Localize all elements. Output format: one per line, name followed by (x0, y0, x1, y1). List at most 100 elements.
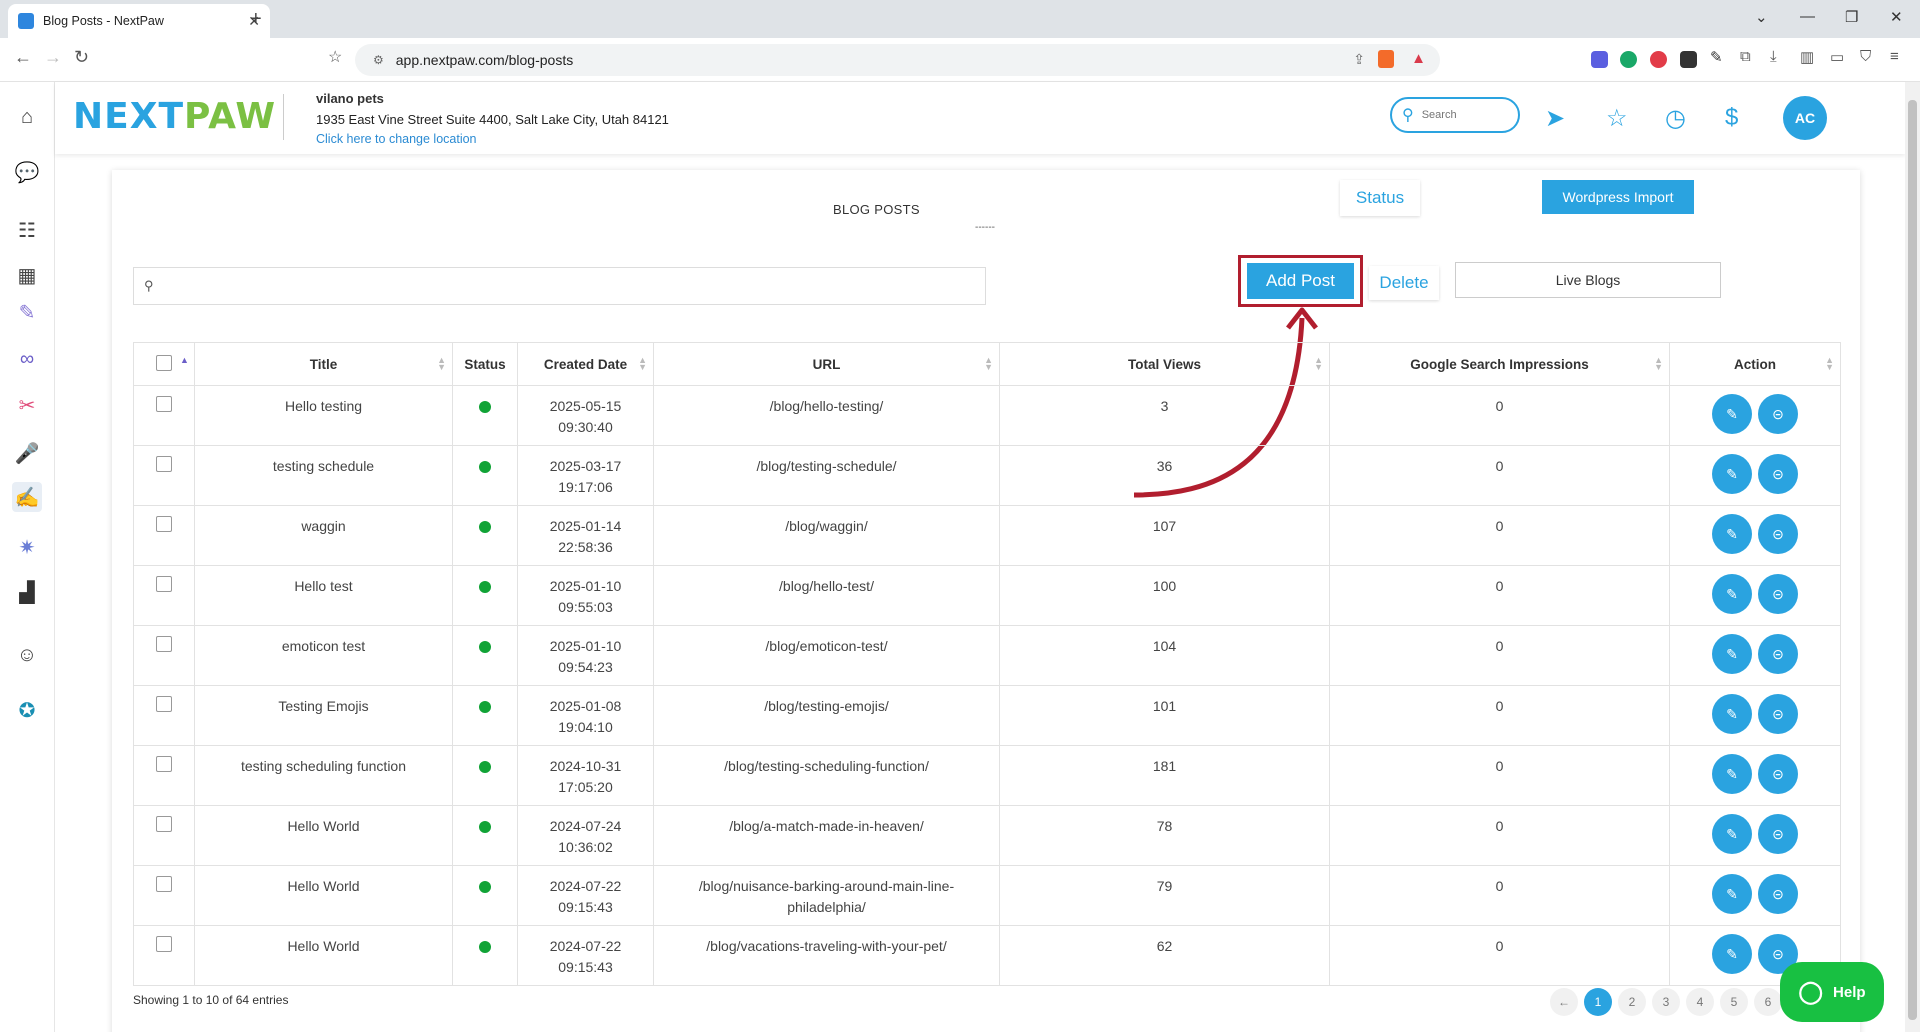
copy-link-button[interactable]: ⊝ (1758, 514, 1798, 554)
billing-icon[interactable]: $ (1725, 104, 1738, 132)
table-search-input[interactable]: ⚲ (133, 267, 986, 305)
tab-search-icon[interactable]: ⌄ (1755, 8, 1768, 26)
grammarly-icon[interactable] (1620, 51, 1637, 68)
header-search[interactable]: ⚲ (1390, 97, 1520, 133)
delete-button[interactable]: Delete (1369, 266, 1439, 300)
menu-icon[interactable]: ≡ (1890, 48, 1907, 65)
header-search-input[interactable] (1421, 109, 1502, 121)
status-tab[interactable]: Status (1340, 180, 1420, 216)
staff-icon[interactable]: ☺ (12, 640, 42, 670)
new-tab-icon[interactable]: + (250, 8, 262, 31)
edit-post-button[interactable]: ✎ (1712, 634, 1752, 674)
microphone-icon[interactable]: 🎤 (12, 438, 42, 468)
edit-post-button[interactable]: ✎ (1712, 454, 1752, 494)
events-icon[interactable]: ✷ (12, 532, 42, 562)
copy-link-button[interactable]: ⊝ (1758, 754, 1798, 794)
page-3-button[interactable]: 3 (1652, 988, 1680, 1016)
row-checkbox[interactable] (156, 396, 172, 412)
edit-post-button[interactable]: ✎ (1712, 574, 1752, 614)
sort-asc-icon[interactable]: ▲ (180, 355, 189, 365)
edit-post-button[interactable]: ✎ (1712, 934, 1752, 974)
help-button[interactable]: ◯ Help (1780, 962, 1884, 1022)
edit-post-button[interactable]: ✎ (1712, 814, 1752, 854)
nextpaw-logo[interactable]: NEXTPAW (73, 96, 276, 137)
row-checkbox[interactable] (156, 696, 172, 712)
site-info-icon[interactable]: ⚙ (373, 53, 384, 67)
history-icon[interactable]: ◷ (1665, 104, 1686, 133)
promo-icon[interactable]: ✂ (12, 390, 42, 420)
reload-icon[interactable]: ↻ (74, 47, 89, 68)
edit-post-button[interactable]: ✎ (1712, 694, 1752, 734)
page-1-button[interactable]: 1 (1584, 988, 1612, 1016)
created-date-header[interactable]: Created Date ▲ ▼ (517, 342, 654, 386)
extension-icon[interactable] (1650, 51, 1667, 68)
chat-icon[interactable]: 💬 (12, 157, 42, 187)
page-4-button[interactable]: 4 (1686, 988, 1714, 1016)
wordpress-import-button[interactable]: Wordpress Import (1542, 180, 1694, 214)
add-post-button[interactable]: Add Post (1247, 263, 1354, 299)
extension-icon[interactable] (1591, 51, 1608, 68)
extension-icon[interactable] (1680, 51, 1697, 68)
copy-link-button[interactable]: ⊝ (1758, 874, 1798, 914)
row-checkbox[interactable] (156, 756, 172, 772)
total-views-header[interactable]: Total Views ▲ ▼ (999, 342, 1330, 386)
copy-link-button[interactable]: ⊝ (1758, 454, 1798, 494)
user-avatar[interactable]: AC (1783, 96, 1827, 140)
row-checkbox[interactable] (156, 456, 172, 472)
change-location-link[interactable]: Click here to change location (316, 132, 477, 146)
reviews-icon[interactable]: ☷ (12, 215, 42, 245)
bookmark-icon[interactable]: ☆ (328, 47, 342, 67)
edit-post-button[interactable]: ✎ (1712, 754, 1752, 794)
award-icon[interactable]: ✪ (12, 695, 42, 725)
row-checkbox[interactable] (156, 576, 172, 592)
title-header[interactable]: Title ▲ ▼ (194, 342, 453, 386)
row-checkbox[interactable] (156, 516, 172, 532)
brave-shields-icon[interactable] (1378, 50, 1394, 68)
home-icon[interactable]: ⌂ (12, 102, 42, 132)
extensions-puzzle-icon[interactable]: ⧉ (1740, 48, 1757, 65)
share-icon[interactable]: ⇪ (1353, 51, 1365, 68)
row-checkbox[interactable] (156, 816, 172, 832)
close-window-icon[interactable]: ✕ (1890, 8, 1903, 26)
brave-rewards-icon[interactable]: ▲ (1411, 50, 1426, 67)
edit-post-button[interactable]: ✎ (1712, 514, 1752, 554)
edit-post-button[interactable]: ✎ (1712, 394, 1752, 434)
page-prev-button[interactable]: ← (1550, 988, 1578, 1016)
forward-icon[interactable]: → (44, 47, 62, 68)
copy-link-button[interactable]: ⊝ (1758, 394, 1798, 434)
page-5-button[interactable]: 5 (1720, 988, 1748, 1016)
edit-post-button[interactable]: ✎ (1712, 874, 1752, 914)
blog-icon[interactable]: ✍ (12, 482, 42, 512)
page-2-button[interactable]: 2 (1618, 988, 1646, 1016)
row-checkbox[interactable] (156, 636, 172, 652)
copy-link-button[interactable]: ⊝ (1758, 694, 1798, 734)
row-checkbox[interactable] (156, 876, 172, 892)
pen-icon[interactable]: ✎ (1710, 48, 1727, 66)
page-6-button[interactable]: 6 (1754, 988, 1782, 1016)
row-checkbox[interactable] (156, 936, 172, 952)
business-icon[interactable]: ▦ (12, 260, 42, 290)
download-icon[interactable]: ⤓ (1770, 48, 1787, 65)
vpn-icon[interactable]: ⛉ (1860, 48, 1877, 65)
copy-link-button[interactable]: ⊝ (1758, 634, 1798, 674)
content-icon[interactable]: ✎ (12, 297, 42, 327)
sidebar-toggle-icon[interactable]: ▥ (1800, 48, 1817, 66)
scrollbar-thumb[interactable] (1908, 100, 1917, 1020)
analytics-icon[interactable]: ▟ (12, 577, 42, 607)
copy-link-button[interactable]: ⊝ (1758, 574, 1798, 614)
browser-tab[interactable]: Blog Posts - NextPaw ✕ (8, 4, 270, 38)
impressions-header[interactable]: Google Search Impressions ▲ ▼ (1329, 342, 1670, 386)
feedback-icon[interactable]: ☆ (1606, 104, 1628, 133)
page-scrollbar[interactable] (1905, 82, 1920, 1032)
back-icon[interactable]: ← (14, 47, 32, 68)
address-bar[interactable]: ⚙ app.nextpaw.com/blog-posts ⇪ ▲ (355, 44, 1440, 76)
select-all-checkbox[interactable] (156, 354, 172, 371)
minimize-icon[interactable]: — (1800, 8, 1815, 25)
status-header[interactable]: Status (452, 342, 518, 386)
link-icon[interactable]: ∞ (12, 344, 42, 374)
url-header[interactable]: URL ▲ ▼ (653, 342, 1000, 386)
wallet-icon[interactable]: ▭ (1830, 48, 1847, 66)
copy-link-button[interactable]: ⊝ (1758, 814, 1798, 854)
restore-icon[interactable]: ❐ (1845, 8, 1858, 26)
live-blogs-select[interactable]: Live Blogs (1455, 262, 1721, 298)
